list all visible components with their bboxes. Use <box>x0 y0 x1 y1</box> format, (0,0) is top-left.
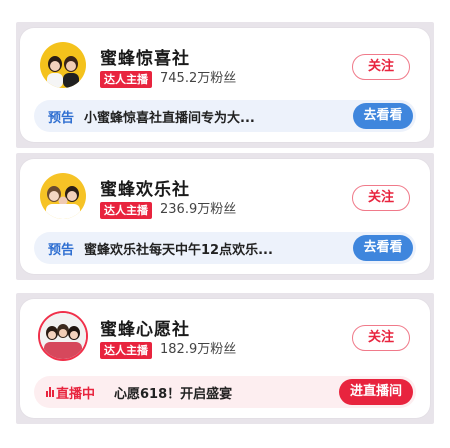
creator-badge: 达人主播 <box>100 342 152 359</box>
streamer-name[interactable]: 蜜蜂欢乐社 <box>100 175 190 200</box>
follower-count: 236.9万粉丝 <box>160 202 237 217</box>
preview-text: 小蜜蜂惊喜社直播间专为大... <box>84 111 255 126</box>
go-see-button[interactable]: 去看看 <box>353 103 413 129</box>
live-bar[interactable]: 直播中 心愿618！开启盛宴 进直播间 <box>34 376 416 408</box>
streamer-name[interactable]: 蜜蜂心愿社 <box>100 315 190 340</box>
preview-label: 预告 <box>48 243 75 258</box>
preview-bar[interactable]: 预告 蜜蜂欢乐社每天中午12点欢乐... 去看看 <box>34 232 416 264</box>
streamer-card: 蜜蜂心愿社 达人主播 182.9万粉丝 关注 直播中 心愿618！开启盛宴 进直… <box>16 293 434 424</box>
streamer-card-body[interactable]: 蜜蜂欢乐社 达人主播 236.9万粉丝 关注 预告 蜜蜂欢乐社每天中午12点欢乐… <box>20 159 430 274</box>
avatar[interactable] <box>40 313 86 359</box>
enter-live-button[interactable]: 进直播间 <box>339 379 413 405</box>
live-label: 直播中 <box>56 387 96 402</box>
follower-count: 182.9万粉丝 <box>160 342 237 357</box>
preview-text: 蜜蜂欢乐社每天中午12点欢乐... <box>84 243 273 258</box>
preview-bar[interactable]: 预告 小蜜蜂惊喜社直播间专为大... 去看看 <box>34 100 416 132</box>
go-see-button[interactable]: 去看看 <box>353 235 413 261</box>
creator-badge: 达人主播 <box>100 202 152 219</box>
streamer-card-body[interactable]: 蜜蜂心愿社 达人主播 182.9万粉丝 关注 直播中 心愿618！开启盛宴 进直… <box>20 299 430 418</box>
streamer-card: 蜜蜂惊喜社 达人主播 745.2万粉丝 关注 预告 小蜜蜂惊喜社直播间专为大..… <box>16 22 434 148</box>
streamer-card: 蜜蜂欢乐社 达人主播 236.9万粉丝 关注 预告 蜜蜂欢乐社每天中午12点欢乐… <box>16 153 434 280</box>
live-signal-icon <box>46 387 54 397</box>
preview-label: 预告 <box>48 111 75 126</box>
creator-badge: 达人主播 <box>100 71 152 88</box>
avatar[interactable] <box>40 173 86 219</box>
follow-button[interactable]: 关注 <box>352 54 410 80</box>
live-title: 心愿618！开启盛宴 <box>114 387 233 402</box>
streamer-name[interactable]: 蜜蜂惊喜社 <box>100 44 190 69</box>
avatar[interactable] <box>40 42 86 88</box>
follow-button[interactable]: 关注 <box>352 185 410 211</box>
follow-button[interactable]: 关注 <box>352 325 410 351</box>
streamer-card-body[interactable]: 蜜蜂惊喜社 达人主播 745.2万粉丝 关注 预告 小蜜蜂惊喜社直播间专为大..… <box>20 28 430 142</box>
follower-count: 745.2万粉丝 <box>160 71 237 86</box>
